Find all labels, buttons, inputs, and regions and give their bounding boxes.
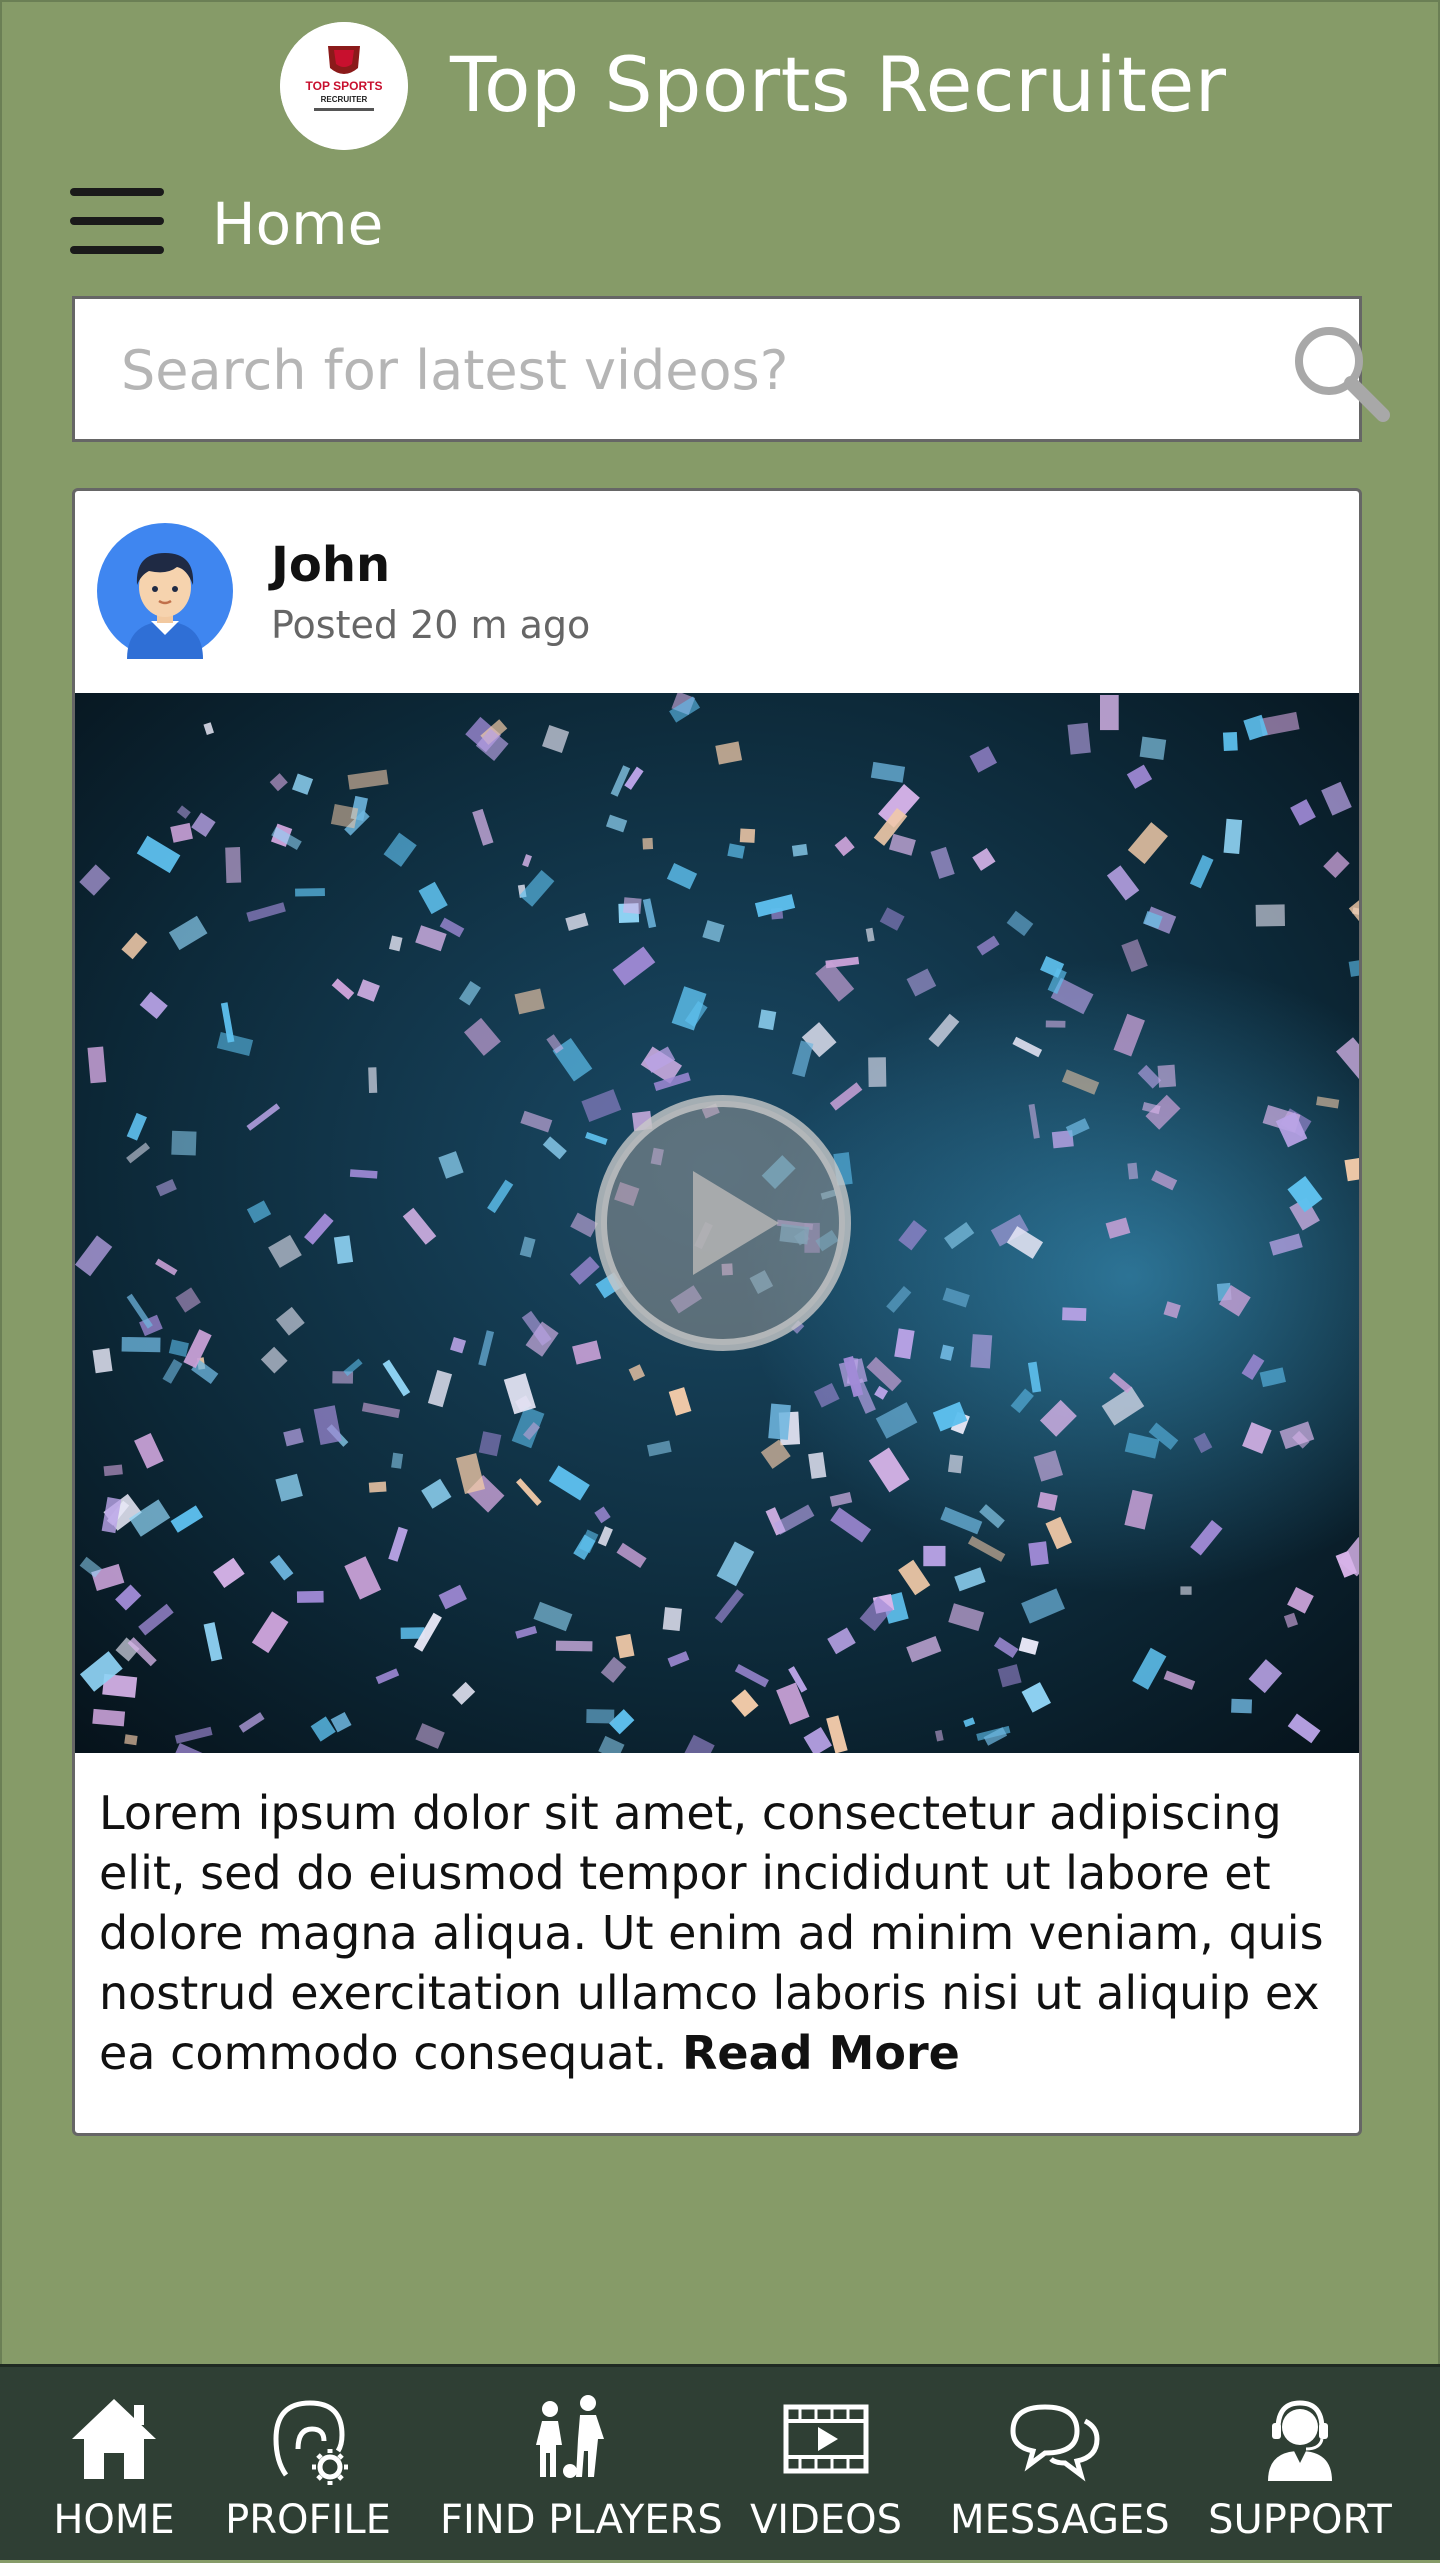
confetti-piece — [1180, 1586, 1191, 1594]
confetti-piece — [948, 1454, 963, 1473]
confetti-piece — [124, 1734, 137, 1745]
app-title: Top Sports Recruiter — [450, 40, 1226, 129]
confetti-piece — [171, 1131, 196, 1156]
video-player[interactable] — [75, 693, 1361, 1753]
confetti-piece — [663, 1607, 682, 1631]
post-timestamp: Posted 20 m ago — [271, 603, 590, 647]
confetti-piece — [1231, 1699, 1252, 1714]
nav-label: MESSAGES — [950, 2497, 1160, 2543]
support-agent-icon — [1250, 2389, 1350, 2489]
nav-item-profile[interactable]: PROFILE — [218, 2367, 398, 2563]
read-more-link[interactable]: Read More — [682, 2026, 960, 2080]
confetti-piece — [1062, 1307, 1086, 1321]
nav-label: SUPPORT — [1200, 2497, 1400, 2543]
nav-item-messages[interactable]: MESSAGES — [950, 2367, 1160, 2563]
play-icon[interactable] — [593, 1093, 853, 1353]
confetti-piece — [92, 1709, 125, 1726]
post-author[interactable]: John — [271, 537, 390, 593]
players-icon — [520, 2389, 620, 2489]
nav-label: FIND PLAYERS — [440, 2497, 700, 2543]
confetti-piece — [92, 1348, 112, 1373]
confetti-piece — [225, 847, 241, 883]
search-input[interactable] — [119, 317, 1203, 423]
confetti-piece — [1223, 732, 1238, 751]
confetti-piece — [642, 838, 653, 850]
confetti-piece — [297, 1591, 324, 1603]
confetti-piece — [104, 1464, 123, 1476]
confetti-piece — [1256, 904, 1285, 926]
svg-text:TOP SPORTS: TOP SPORTS — [306, 79, 383, 93]
nav-label: HOME — [24, 2497, 204, 2543]
avatar[interactable] — [97, 523, 233, 659]
video-icon — [776, 2389, 876, 2489]
confetti-piece — [586, 1709, 614, 1723]
post-card: John Posted 20 m ago Lorem i — [72, 488, 1362, 2136]
confetti-piece — [1158, 1065, 1176, 1088]
confetti-piece — [122, 1337, 161, 1352]
confetti-piece — [1100, 695, 1119, 730]
chat-icon — [1005, 2389, 1105, 2489]
search-bar — [72, 296, 1362, 442]
confetti-piece — [768, 1404, 791, 1440]
nav-item-videos[interactable]: VIDEOS — [736, 2367, 916, 2563]
menu-bar — [70, 246, 164, 254]
confetti-piece — [868, 1057, 886, 1087]
confetti-piece — [368, 1067, 377, 1093]
confetti-piece — [758, 1009, 776, 1030]
bottom-navigation: HOME PROFILE FIND PLAYERS — [0, 2364, 1440, 2560]
confetti-piece — [1028, 1541, 1049, 1566]
nav-label: PROFILE — [218, 2497, 398, 2543]
confetti-piece — [295, 888, 325, 896]
confetti-piece — [740, 829, 755, 843]
nav-item-support[interactable]: SUPPORT — [1200, 2367, 1400, 2563]
confetti-piece — [792, 844, 808, 857]
confetti-piece — [391, 1453, 403, 1469]
search-icon[interactable] — [1285, 317, 1397, 429]
nav-item-find-players[interactable]: FIND PLAYERS — [440, 2367, 700, 2563]
confetti-piece — [87, 1046, 106, 1083]
menu-bar — [70, 217, 164, 225]
confetti-piece — [556, 1641, 593, 1652]
post-body: Lorem ipsum dolor sit amet, consectetur … — [99, 1783, 1339, 2083]
svg-text:RECRUITER: RECRUITER — [321, 95, 368, 104]
app-header: TOP SPORTS RECRUITER Top Sports Recruite… — [0, 18, 1440, 148]
home-icon — [64, 2389, 164, 2489]
profile-settings-icon — [258, 2389, 358, 2489]
confetti-piece — [1224, 819, 1243, 854]
confetti-piece — [1127, 1163, 1138, 1180]
confetti-piece — [923, 1546, 945, 1566]
confetti-piece — [970, 1334, 992, 1368]
confetti-piece — [1140, 737, 1167, 760]
app-logo: TOP SPORTS RECRUITER — [280, 22, 408, 150]
confetti-piece — [1046, 1021, 1066, 1028]
confetti-piece — [369, 1482, 387, 1493]
nav-item-home[interactable]: HOME — [24, 2367, 204, 2563]
nav-label: VIDEOS — [736, 2497, 916, 2543]
confetti-piece — [623, 897, 642, 914]
page-title: Home — [212, 190, 383, 258]
confetti-piece — [1067, 723, 1090, 755]
menu-bar — [70, 188, 164, 196]
hamburger-menu-button[interactable] — [70, 186, 166, 256]
